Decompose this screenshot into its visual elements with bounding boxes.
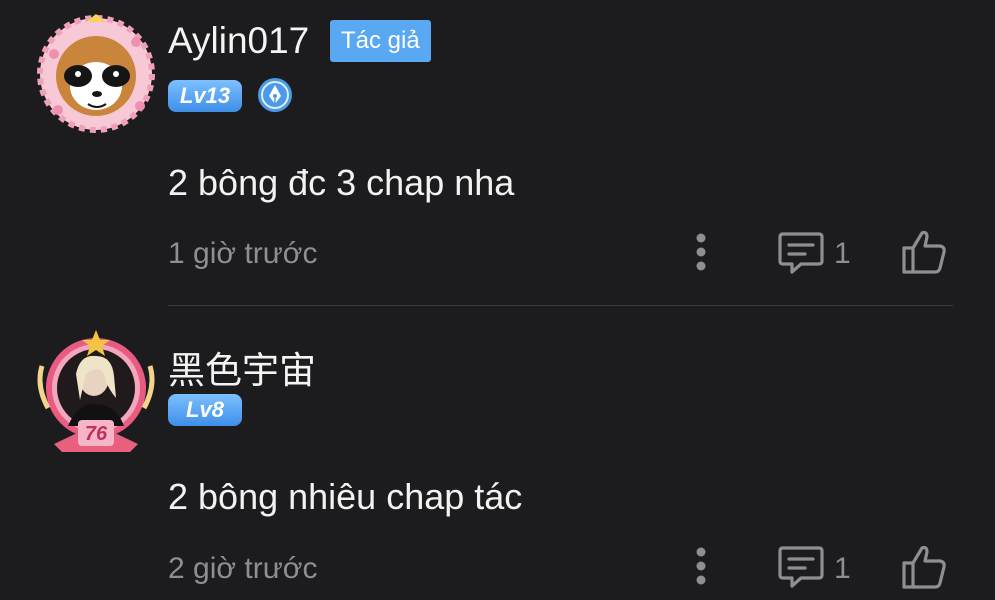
user-avatar[interactable]: 76: [34, 326, 158, 454]
author-badge: Tác giả: [330, 20, 431, 62]
reply-comment-icon[interactable]: [777, 544, 825, 590]
comment-text: 2 bông nhiêu chap tác: [168, 476, 523, 517]
pen-nib-icon: [258, 78, 292, 112]
comment-text: 2 bông đc 3 chap nha: [168, 162, 515, 203]
reply-comment-icon[interactable]: [777, 230, 825, 276]
comment-item: 76 黑色宇宙 Lv8 2 bông nhiêu chap tác 2 giờ …: [0, 306, 995, 600]
more-vertical-icon[interactable]: [688, 232, 714, 272]
comment-time: 2 giờ trước: [168, 552, 318, 585]
reply-count: 1: [834, 552, 851, 585]
username[interactable]: Aylin017: [168, 20, 309, 62]
level-badge: Lv8: [168, 394, 242, 426]
level-badge: Lv13: [168, 80, 242, 112]
reply-count: 1: [834, 237, 851, 270]
comment-time: 1 giờ trước: [168, 237, 318, 270]
username[interactable]: 黑色宇宙: [168, 340, 316, 394]
user-avatar[interactable]: [36, 14, 156, 134]
more-vertical-icon[interactable]: [688, 546, 714, 586]
frame-number: 76: [85, 423, 108, 445]
thumbs-up-icon[interactable]: [900, 543, 948, 591]
comment-item: Aylin017 Tác giả Lv13 2 bông đc 3 chap n…: [0, 0, 995, 306]
thumbs-up-icon[interactable]: [900, 228, 948, 276]
